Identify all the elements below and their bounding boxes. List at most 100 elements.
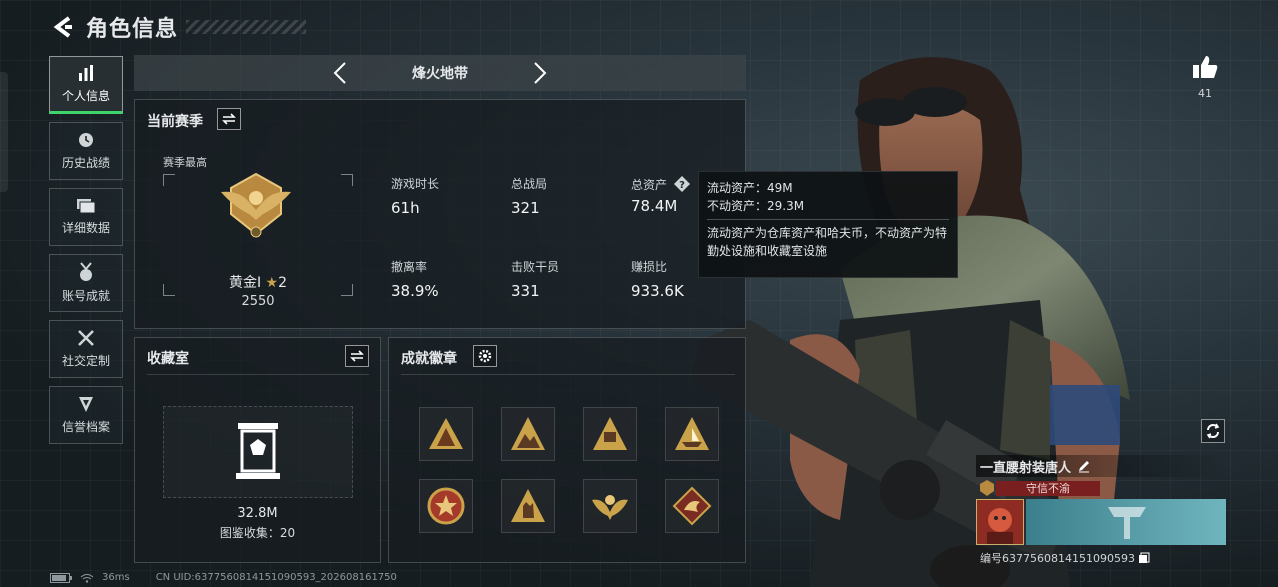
stat-value: 78.4M [631, 197, 678, 215]
stat-value: 38.9% [391, 282, 439, 300]
stat-label: 总战局 [511, 177, 548, 191]
frame-corner [163, 174, 175, 186]
season-best-label: 赛季最高 [163, 156, 207, 169]
panel-divider [147, 374, 369, 375]
frame-corner [341, 174, 353, 186]
refresh-icon [1206, 423, 1220, 439]
achievement-badge[interactable] [501, 407, 555, 461]
achievement-badge[interactable] [419, 479, 473, 533]
swap-icon [222, 113, 236, 125]
player-uid: 编号6377560814151090593 [980, 552, 1135, 565]
mountain-badge-icon [511, 417, 545, 450]
chevron-left-icon [333, 62, 346, 84]
star-shield-badge-icon [427, 487, 465, 525]
svg-text:?: ? [679, 180, 685, 191]
rank-insignia-icon [980, 480, 994, 496]
prev-mode-button[interactable] [325, 58, 355, 88]
status-bar: 36ms CN UID:6377560814151090593_20260816… [50, 572, 397, 583]
achievement-badge[interactable] [583, 479, 637, 533]
mode-selector: 烽火地带 [134, 55, 746, 91]
star-icon: ★ [265, 275, 279, 291]
rank-name-line: 黄金Ⅰ ★2 [163, 272, 353, 292]
tooltip-fixed-assets: 不动资产：29.3M [707, 199, 805, 213]
chevron-right-icon [534, 62, 547, 84]
stat-value: 933.6K [631, 282, 684, 300]
achievements-settings-button[interactable] [473, 345, 497, 367]
player-title-badge: 守信不渝 [996, 481, 1100, 496]
nav-item-label: 社交定制 [61, 354, 110, 368]
player-name: 一直腰射装唐人 [980, 460, 1072, 476]
nav-item-achievements[interactable]: 账号成就 [49, 254, 123, 312]
nav-item-history[interactable]: 历史战绩 [49, 122, 123, 180]
back-button[interactable] [50, 14, 76, 40]
stat-operators-defeated: 击败干员 331 [511, 258, 559, 300]
nav-item-personal-info[interactable]: 个人信息 [49, 56, 123, 114]
stat-value: 61h [391, 199, 420, 217]
avatar[interactable] [976, 499, 1024, 545]
stat-label: 撤离率 [391, 260, 428, 274]
collection-switch-button[interactable] [345, 345, 369, 367]
season-panel: 当前赛季 赛季最高 黄金Ⅰ ★2 2550 游戏时长 61h 总战局 321 总… [134, 99, 746, 329]
boat-badge-icon [675, 417, 709, 450]
stat-label: 游戏时长 [391, 177, 440, 191]
nav-item-reputation[interactable]: 信誉档案 [49, 386, 123, 444]
tooltip-divider [707, 219, 949, 220]
refresh-button[interactable] [1201, 419, 1225, 443]
stat-label: 总资产 [631, 177, 668, 192]
rank-frame: 黄金Ⅰ ★2 2550 [163, 172, 353, 309]
tooltip-description: 流动资产为仓库资产和哈夫币，不动资产为特勤处设施和收藏室设施 [707, 226, 948, 258]
medal-icon [80, 262, 92, 281]
collection-title: 收藏室 [147, 351, 189, 367]
achievement-badge[interactable] [419, 407, 473, 461]
shield-icon [79, 397, 93, 412]
like-button[interactable]: 41 [1188, 54, 1222, 100]
tools-icon [78, 330, 94, 346]
nav-item-label: 信誉档案 [61, 420, 110, 434]
folder-icon [77, 199, 96, 214]
nav-item-label: 账号成就 [61, 289, 110, 303]
collection-panel: 收藏室 32.8M 图鉴收集：20 [134, 337, 381, 563]
thumbs-up-icon [1193, 56, 1218, 78]
eagle-badge-icon [592, 495, 628, 520]
achievement-badge[interactable] [665, 407, 719, 461]
history-icon [79, 133, 93, 147]
like-count: 41 [1198, 87, 1212, 100]
achievement-badge[interactable] [583, 407, 637, 461]
back-arrow-icon [53, 16, 72, 38]
mode-title: 烽火地带 [412, 66, 468, 82]
help-icon[interactable]: ? [673, 175, 691, 193]
copy-icon[interactable] [1138, 552, 1150, 564]
gear-icon [478, 349, 492, 363]
page-title: 角色信息 [86, 17, 179, 42]
left-edge-handle[interactable] [0, 72, 8, 192]
rank-name: 黄金Ⅰ [228, 275, 262, 291]
collection-display[interactable] [163, 406, 353, 498]
avatar-character-icon [987, 508, 1013, 544]
achievement-badge[interactable] [501, 479, 555, 533]
team-logo-icon [1108, 507, 1146, 539]
sign-badge-icon [593, 417, 627, 450]
nav-item-label: 个人信息 [61, 89, 110, 103]
nav-item-detailed-data[interactable]: 详细数据 [49, 188, 123, 246]
achievement-badge[interactable] [665, 479, 719, 533]
stat-play-time: 游戏时长 61h [391, 175, 439, 217]
nav-item-label: 历史战绩 [61, 156, 110, 170]
collection-count: 图鉴收集：20 [219, 526, 296, 540]
bar-chart-icon [79, 65, 93, 81]
edit-icon[interactable] [1077, 459, 1091, 473]
profile-banner[interactable] [1026, 499, 1226, 545]
header-decoration [186, 20, 307, 34]
gold-rank-emblem-icon [221, 172, 291, 238]
stat-total-assets: 总资产 ? 78.4M [631, 175, 691, 215]
dragon-badge-icon [672, 486, 712, 526]
season-switch-button[interactable] [217, 108, 241, 130]
stat-label: 赚损比 [631, 260, 668, 274]
next-mode-button[interactable] [525, 58, 555, 88]
season-title: 当前赛季 [147, 114, 203, 130]
achievements-panel: 成就徽章 [388, 337, 746, 563]
assets-tooltip: 流动资产：49M 不动资产：29.3M 流动资产为仓库资产和哈夫币，不动资产为特… [698, 171, 958, 278]
battery-icon [50, 572, 72, 583]
tooltip-liquid-assets: 流动资产：49M [707, 181, 793, 195]
nav-item-social[interactable]: 社交定制 [49, 320, 123, 378]
stat-label: 击败干员 [511, 260, 560, 274]
